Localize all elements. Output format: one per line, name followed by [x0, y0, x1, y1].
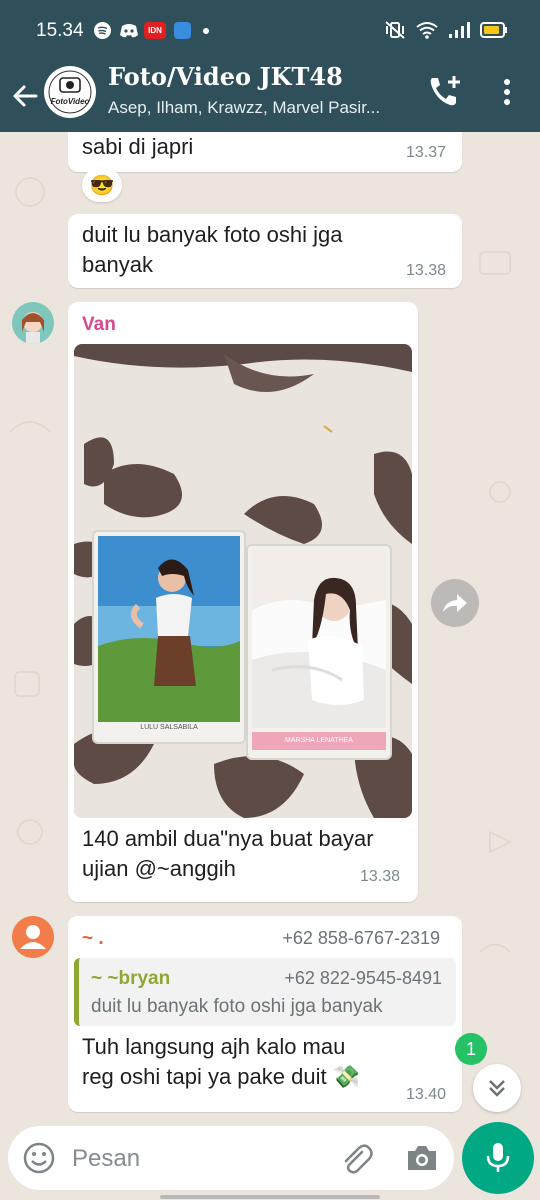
photocard-caption-left: LULU SALSABILA — [140, 724, 198, 731]
scroll-to-bottom-button[interactable] — [473, 1064, 521, 1112]
app-icon — [174, 22, 191, 39]
microphone-icon — [486, 1143, 510, 1172]
chat-header: FotoVideo Foto/Video JKT48 Asep, Ilham, … — [0, 60, 540, 132]
paperclip-icon — [344, 1144, 373, 1174]
message-time: 13.40 — [406, 1086, 447, 1103]
message-time: 13.38 — [360, 868, 401, 885]
message-composer — [8, 1126, 454, 1190]
group-avatar-text: FotoVideo — [50, 97, 90, 106]
default-user-icon — [12, 916, 54, 958]
camera-button[interactable] — [404, 1140, 440, 1176]
quoted-phone: +62 822-9545-8491 — [284, 968, 442, 988]
message-time: 13.37 — [406, 144, 447, 161]
message-bubble[interactable]: ~ . +62 858-6767-2319 ~ ~bryan +62 822-9… — [68, 916, 462, 1112]
message-text-wrap: Tuh langsung ajh kalo mau reg oshi tapi … — [82, 1032, 372, 1092]
group-title[interactable]: Foto/Video JKT48 — [108, 62, 343, 91]
message-bubble[interactable]: sabi di japri 13.37 — [68, 132, 462, 172]
discord-icon — [119, 22, 138, 39]
message-text: Tuh langsung ajh kalo mau reg oshi tapi … — [82, 1034, 346, 1089]
anime-avatar-icon — [12, 302, 54, 344]
emoji-icon — [23, 1142, 55, 1174]
wifi-icon — [416, 21, 438, 44]
message-bubble[interactable]: duit lu banyak foto oshi jga banyak 13.3… — [68, 214, 462, 288]
double-chevron-down-icon — [489, 1080, 505, 1097]
status-time: 15.34 — [36, 20, 84, 41]
photo-attachment[interactable]: LULU SALSABILA MARSHA LENATHEA — [74, 344, 412, 818]
back-button[interactable] — [8, 78, 44, 114]
spotify-icon — [94, 22, 111, 39]
battery-icon — [480, 22, 508, 43]
message-text: sabi di japri — [82, 134, 194, 159]
group-members[interactable]: Asep, Ilham, Krawzz, Marvel Pasir... — [108, 98, 408, 118]
photocard-right[interactable]: MARSHA LENATHEA — [248, 546, 390, 758]
message-time: 13.38 — [406, 262, 447, 279]
emoji-button[interactable] — [22, 1141, 56, 1175]
group-avatar[interactable]: FotoVideo — [44, 66, 96, 118]
phone-plus-icon — [430, 76, 460, 106]
reaction-badge[interactable]: 😎 — [82, 168, 122, 202]
share-arrow-icon — [443, 594, 467, 612]
mute-vibrate-icon — [384, 20, 406, 45]
back-arrow-icon — [13, 85, 38, 107]
message-bubble[interactable]: Van LULU SALSABILA MARSHA LENATHEA 140 a… — [68, 302, 418, 902]
forward-button[interactable] — [431, 579, 479, 627]
more-vert-icon — [504, 79, 510, 105]
idn-icon: IDN — [144, 22, 166, 39]
notification-dot-icon — [203, 27, 209, 34]
photocard-image-left — [98, 536, 240, 722]
camera-icon — [408, 1146, 436, 1170]
photocard-left[interactable]: LULU SALSABILA — [94, 532, 244, 742]
sunglasses-emoji-icon: 😎 — [89, 174, 115, 197]
quoted-text: duit lu banyak foto oshi jga banyak — [91, 996, 383, 1017]
add-call-button[interactable] — [424, 72, 464, 112]
sender-name[interactable]: Van — [82, 314, 116, 336]
message-input[interactable] — [70, 1138, 334, 1180]
sender-avatar[interactable] — [12, 916, 54, 958]
voice-message-button[interactable] — [462, 1122, 534, 1194]
quoted-message[interactable]: ~ ~bryan +62 822-9545-8491 duit lu banya… — [74, 958, 456, 1026]
message-text: duit lu banyak foto oshi jga banyak — [82, 222, 343, 277]
chat-area[interactable]: sabi di japri 13.37 😎 duit lu banyak fot… — [0, 132, 540, 1122]
photocard-image-right — [252, 550, 386, 728]
more-options-button[interactable] — [492, 74, 522, 114]
photocard-caption-right: MARSHA LENATHEA — [252, 732, 386, 750]
money-wings-emoji-icon: 💸 — [332, 1064, 361, 1089]
status-bar: 15.34 IDN — [0, 0, 540, 60]
quoted-sender: ~ ~bryan — [91, 968, 171, 989]
sender-name[interactable]: ~ . — [82, 928, 104, 950]
camera-logo-icon — [48, 70, 92, 114]
signal-icon — [448, 21, 470, 44]
gesture-nav-handle — [160, 1195, 380, 1199]
sender-avatar[interactable] — [12, 302, 54, 344]
attach-button[interactable] — [338, 1140, 374, 1176]
sender-phone: +62 858-6767-2319 — [282, 928, 440, 948]
unread-count-badge: 1 — [455, 1033, 487, 1065]
